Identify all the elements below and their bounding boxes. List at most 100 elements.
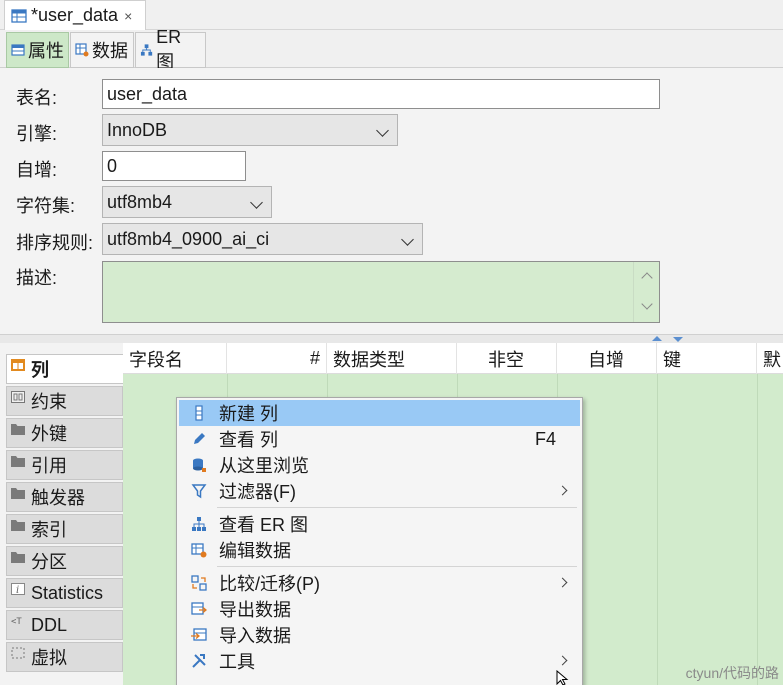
description-label: 描述: xyxy=(16,268,58,288)
menu-item-edit-data[interactable]: 编辑数据 xyxy=(179,537,580,563)
menu-item-label: 编辑数据 xyxy=(219,541,291,561)
menu-item-label: 查看 ER 图 xyxy=(219,515,309,535)
grid-header: 字段名 # 数据类型 非空 自增 键 默 xyxy=(123,343,783,374)
column-header-field-name[interactable]: 字段名 xyxy=(123,343,227,374)
description-textarea[interactable] xyxy=(102,261,660,323)
column-header-not-null[interactable]: 非空 xyxy=(457,343,557,374)
menu-item-label: 比较/迁移(P) xyxy=(219,574,320,594)
column-header-data-type[interactable]: 数据类型 xyxy=(327,343,457,374)
nav-item-label: DDL xyxy=(31,614,68,635)
engine-label: 引擎: xyxy=(16,124,58,144)
collapse-down-icon[interactable] xyxy=(673,337,683,342)
tab-er-diagram-label: ER 图 xyxy=(156,26,182,72)
filter-icon xyxy=(191,484,207,499)
menu-item-label: 从这里浏览 xyxy=(219,456,309,476)
section-nav: 列 约束 外键 引用 触发器 索引 分区 i Statistics <T DDL… xyxy=(0,343,123,685)
nav-item-indexes[interactable]: 索引 xyxy=(6,514,123,544)
menu-item-export-data[interactable]: 导出数据 xyxy=(179,596,580,622)
folder-icon xyxy=(11,424,25,435)
watermark: ctyun/代码的路 xyxy=(685,665,779,681)
tools-icon xyxy=(192,654,206,668)
submenu-arrow-icon xyxy=(557,485,568,496)
nav-item-label: Statistics xyxy=(31,582,104,603)
nav-item-triggers[interactable]: 触发器 xyxy=(6,482,123,512)
export-icon xyxy=(191,602,207,615)
menu-item-view-column[interactable]: 查看 列 F4 xyxy=(179,426,580,452)
collation-select[interactable]: utf8mb4_0900_ai_ci xyxy=(102,223,423,255)
menu-item-label: 过滤器(F) xyxy=(219,482,296,502)
menu-separator xyxy=(217,507,577,508)
virtual-icon xyxy=(11,647,25,659)
nav-item-ddl[interactable]: <T DDL xyxy=(6,610,123,640)
column-header-position[interactable]: # xyxy=(227,343,327,374)
folder-icon xyxy=(11,520,25,531)
nav-item-label: 虚拟 xyxy=(31,648,67,668)
folder-icon xyxy=(11,488,25,499)
nav-item-columns[interactable]: 列 xyxy=(6,354,123,384)
menu-item-label: 工具 xyxy=(219,652,255,672)
menu-item-label: 查看 列 xyxy=(219,430,279,450)
engine-value: InnoDB xyxy=(107,119,168,140)
menu-item-label: 导出数据 xyxy=(219,600,291,620)
menu-item-new-column[interactable]: 新建 列 xyxy=(179,400,580,426)
close-icon[interactable]: × xyxy=(124,8,132,24)
submenu-arrow-icon xyxy=(557,655,568,666)
nav-item-references[interactable]: 引用 xyxy=(6,450,123,480)
er-diagram-icon xyxy=(140,44,153,56)
er-diagram-icon xyxy=(192,517,206,531)
editor-tab-bar: *user_data × xyxy=(0,0,783,30)
menu-item-filter[interactable]: 过滤器(F) xyxy=(179,478,580,504)
menu-item-compare-migrate[interactable]: 比较/迁移(P) xyxy=(179,570,580,596)
scroll-down-icon[interactable] xyxy=(641,298,653,310)
scroll-up-icon[interactable] xyxy=(641,272,653,284)
auto-increment-label: 自增: xyxy=(16,160,58,180)
dbeaver-table-editor: *user_data × 属性 数据 ER 图 表名: user_data 引擎… xyxy=(0,0,783,685)
column-header-key[interactable]: 键 xyxy=(657,343,757,374)
auto-increment-input[interactable]: 0 xyxy=(102,151,246,181)
new-column-icon xyxy=(195,405,203,421)
collapse-up-icon[interactable] xyxy=(652,336,662,341)
data-grid-icon xyxy=(75,43,89,57)
nav-item-partitions[interactable]: 分区 xyxy=(6,546,123,576)
nav-item-label: 索引 xyxy=(31,520,67,540)
tab-er-diagram[interactable]: ER 图 xyxy=(135,27,206,72)
nav-item-label: 触发器 xyxy=(31,488,85,508)
edit-pencil-icon xyxy=(194,433,205,444)
nav-item-constraints[interactable]: 约束 xyxy=(6,386,123,416)
charset-select[interactable]: utf8mb4 xyxy=(102,186,272,218)
menu-item-tools[interactable]: 工具 xyxy=(179,648,580,674)
edit-data-icon xyxy=(191,543,207,558)
sub-tab-bar: 属性 数据 ER 图 xyxy=(0,27,783,72)
collation-value: utf8mb4_0900_ai_ci xyxy=(107,228,270,249)
description-scrollbar[interactable] xyxy=(633,262,659,322)
constraint-icon xyxy=(11,391,25,403)
submenu-arrow-icon xyxy=(557,577,568,588)
nav-item-label: 引用 xyxy=(31,456,67,476)
menu-item-view-er-diagram[interactable]: 查看 ER 图 xyxy=(179,511,580,537)
ddl-icon: <T xyxy=(11,617,22,627)
nav-item-label: 约束 xyxy=(31,392,67,412)
engine-select[interactable]: InnoDB xyxy=(102,114,398,146)
svg-text:i: i xyxy=(16,585,19,595)
charset-value: utf8mb4 xyxy=(107,191,173,212)
tab-data[interactable]: 数据 xyxy=(70,32,134,68)
charset-label: 字符集: xyxy=(16,196,76,216)
context-menu: 新建 列 查看 列 F4 从这里浏览 过滤器(F) 查看 ER 图 编辑数据 比… xyxy=(176,397,583,685)
column-header-auto-increment[interactable]: 自增 xyxy=(557,343,657,374)
chevron-down-icon xyxy=(401,233,414,246)
menu-item-import-data[interactable]: 导入数据 xyxy=(179,622,580,648)
nav-item-label: 外键 xyxy=(31,424,67,444)
chevron-down-icon xyxy=(250,196,263,209)
editor-tab-user-data[interactable]: *user_data × xyxy=(4,0,146,30)
panel-splitter[interactable] xyxy=(0,334,783,343)
table-name-input[interactable]: user_data xyxy=(102,79,660,109)
nav-item-foreign-keys[interactable]: 外键 xyxy=(6,418,123,448)
menu-item-browse-from-here[interactable]: 从这里浏览 xyxy=(179,452,580,478)
mouse-cursor-icon xyxy=(556,670,569,685)
tab-properties[interactable]: 属性 xyxy=(6,32,69,68)
nav-item-virtual[interactable]: 虚拟 xyxy=(6,642,123,672)
nav-item-label: 列 xyxy=(31,360,49,380)
menu-item-label: 新建 列 xyxy=(219,404,279,424)
column-header-default[interactable]: 默 xyxy=(757,343,783,374)
nav-item-statistics[interactable]: i Statistics xyxy=(6,578,123,608)
